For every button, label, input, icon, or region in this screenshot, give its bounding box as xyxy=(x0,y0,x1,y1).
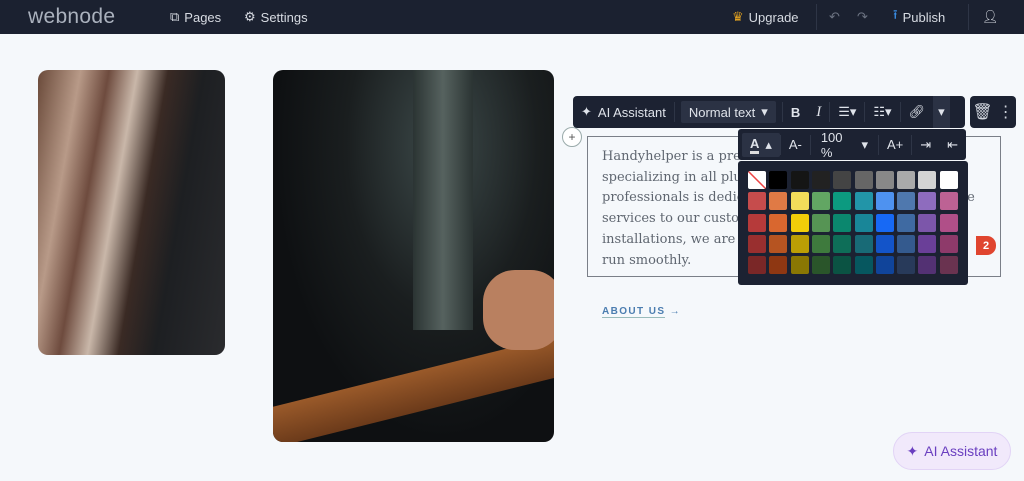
top-bar: webnode ⧉ Pages ⚙ Settings ♛ Upgrade ↶ ↷ ⭱ P… xyxy=(0,0,1024,34)
color-swatch[interactable] xyxy=(790,234,809,253)
color-swatch[interactable] xyxy=(811,171,830,189)
text-toolbar: ✦ AI Assistant Normal text ▾ B I ☰▾ ☷▾ 🔗︎ … xyxy=(573,96,965,128)
color-swatch[interactable] xyxy=(748,213,766,232)
upload-icon: ⭱ xyxy=(893,7,898,22)
color-swatch[interactable] xyxy=(897,234,916,253)
color-swatch[interactable] xyxy=(897,192,916,211)
sparkle-icon: ✦ xyxy=(906,442,919,459)
outdent-icon[interactable]: ⇤ xyxy=(939,129,966,160)
color-swatch[interactable] xyxy=(939,213,958,232)
color-swatch[interactable] xyxy=(769,171,788,189)
undo-button[interactable]: ↶ xyxy=(829,0,840,34)
user-icon[interactable]: 👤︎ xyxy=(982,0,999,34)
color-swatch[interactable] xyxy=(811,192,830,211)
color-swatch[interactable] xyxy=(811,256,830,275)
color-swatch[interactable] xyxy=(748,234,766,253)
trash-icon[interactable]: 🗑︎ xyxy=(972,102,992,122)
publish-button[interactable]: ⭱ Publish xyxy=(893,0,945,34)
about-us-link[interactable]: ABOUT US → xyxy=(602,306,681,318)
decrease-font-button[interactable]: A- xyxy=(781,129,810,160)
color-swatch[interactable] xyxy=(939,192,958,211)
color-swatch[interactable] xyxy=(833,192,852,211)
color-swatch[interactable] xyxy=(918,234,937,253)
color-swatch[interactable] xyxy=(875,234,894,253)
chevron-down-icon: ▾ xyxy=(761,104,768,119)
color-swatch[interactable] xyxy=(918,256,937,275)
color-swatch[interactable] xyxy=(897,213,916,232)
pages-button[interactable]: ⧉ Pages xyxy=(170,0,221,34)
color-swatch[interactable] xyxy=(833,234,852,253)
photo-worker-tools[interactable] xyxy=(38,70,225,355)
color-swatch[interactable] xyxy=(854,256,873,275)
font-size-select[interactable]: 100 % ▾ xyxy=(811,129,878,160)
italic-button[interactable]: I xyxy=(808,96,829,128)
color-swatch[interactable] xyxy=(769,256,788,275)
color-swatch[interactable] xyxy=(769,234,788,253)
gear-icon: ⚙ xyxy=(244,9,256,24)
increase-font-button[interactable]: A+ xyxy=(879,129,911,160)
ai-assistant-button[interactable]: ✦ AI Assistant xyxy=(573,96,674,128)
comment-count-badge[interactable]: 2 xyxy=(976,236,996,255)
bold-button[interactable]: B xyxy=(783,96,808,128)
color-swatch[interactable] xyxy=(854,171,873,189)
color-swatch[interactable] xyxy=(769,192,788,211)
text-color-button[interactable]: A ▴ xyxy=(742,132,780,157)
logo: webnode xyxy=(28,5,116,28)
color-swatch[interactable] xyxy=(769,213,788,232)
photo-drill-wood[interactable] xyxy=(273,70,554,442)
color-swatch[interactable] xyxy=(918,171,937,189)
align-icon[interactable]: ☰▾ xyxy=(830,96,864,128)
more-dropdown-button[interactable]: ▾ xyxy=(933,96,950,128)
color-swatch[interactable] xyxy=(748,192,766,211)
add-block-button[interactable]: + xyxy=(562,127,582,147)
color-swatch[interactable] xyxy=(918,192,937,211)
color-swatch[interactable] xyxy=(897,171,916,189)
redo-button[interactable]: ↷ xyxy=(857,0,868,34)
color-swatch[interactable] xyxy=(811,213,830,232)
link-icon[interactable]: 🔗︎ xyxy=(901,96,934,128)
color-swatch[interactable] xyxy=(833,256,852,275)
sparkle-icon: ✦ xyxy=(581,104,592,119)
settings-button[interactable]: ⚙ Settings xyxy=(244,0,308,34)
color-swatch[interactable] xyxy=(790,192,809,211)
color-swatch[interactable] xyxy=(897,256,916,275)
color-swatch[interactable] xyxy=(854,213,873,232)
text-style-select[interactable]: Normal text ▾ xyxy=(680,101,776,123)
color-swatch[interactable] xyxy=(875,171,894,189)
color-swatch[interactable] xyxy=(854,234,873,253)
list-icon[interactable]: ☷▾ xyxy=(865,96,899,128)
color-swatch[interactable] xyxy=(875,213,894,232)
indent-icon[interactable]: ⇥ xyxy=(912,129,939,160)
color-swatch[interactable] xyxy=(854,192,873,211)
color-palette xyxy=(738,161,968,285)
color-swatch[interactable] xyxy=(939,256,958,275)
pages-icon: ⧉ xyxy=(170,9,180,24)
more-icon[interactable]: ⋮ xyxy=(998,102,1014,122)
color-swatch-none[interactable] xyxy=(748,171,766,189)
font-toolbar: A ▴ A- 100 % ▾ A+ ⇥ ⇤ xyxy=(738,129,966,160)
color-swatch[interactable] xyxy=(790,171,809,189)
ai-assistant-floating-button[interactable]: ✦ AI Assistant xyxy=(893,432,1011,470)
color-swatch[interactable] xyxy=(875,192,894,211)
color-swatch[interactable] xyxy=(918,213,937,232)
upgrade-button[interactable]: ♛ Upgrade xyxy=(732,0,799,34)
color-swatch[interactable] xyxy=(811,234,830,253)
block-toolbar: 🗑︎ ⋮ xyxy=(970,96,1016,128)
color-swatch[interactable] xyxy=(939,234,958,253)
crown-icon: ♛ xyxy=(732,9,744,24)
color-swatch[interactable] xyxy=(748,256,766,275)
color-swatch[interactable] xyxy=(875,256,894,275)
color-swatch[interactable] xyxy=(833,213,852,232)
color-swatch[interactable] xyxy=(790,213,809,232)
color-swatch[interactable] xyxy=(833,171,852,189)
color-swatch[interactable] xyxy=(939,171,958,189)
color-swatch[interactable] xyxy=(790,256,809,275)
